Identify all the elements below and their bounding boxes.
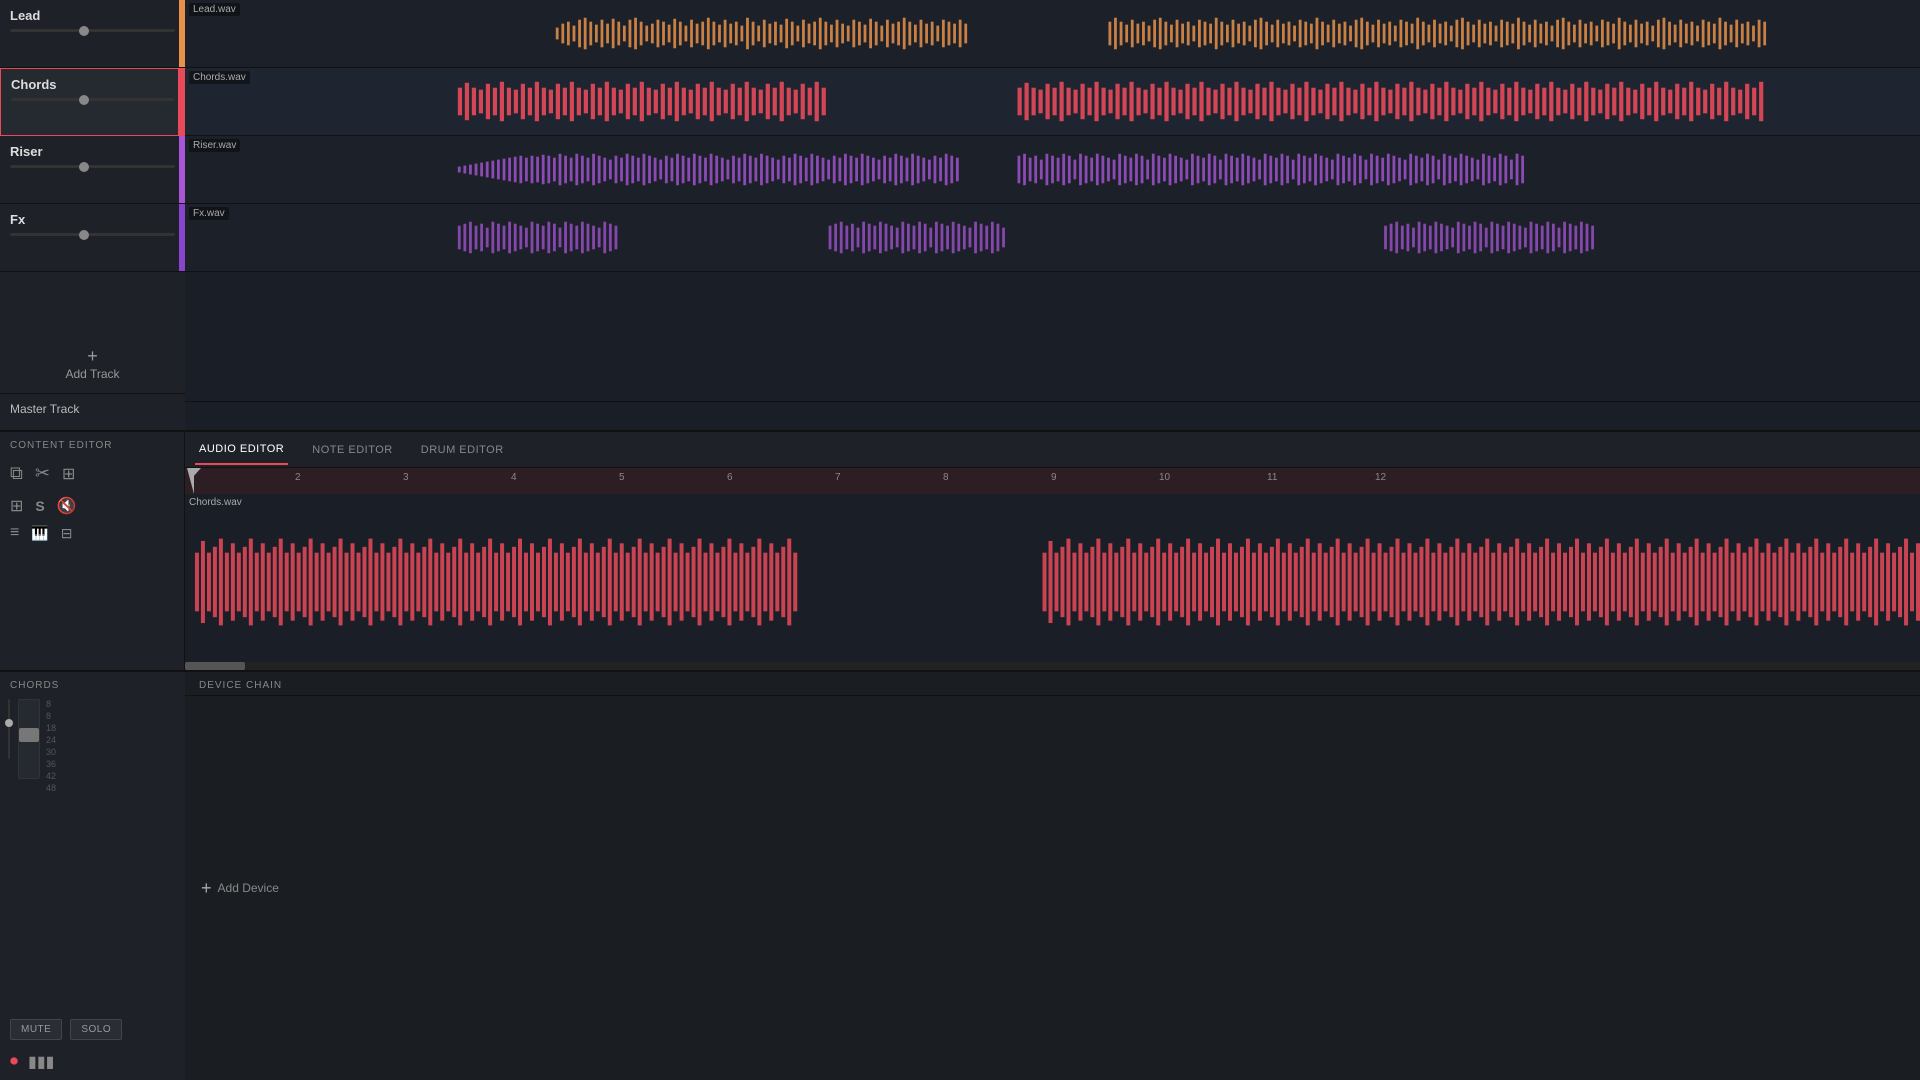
track-fx-name: Fx [10,212,175,227]
track-riser-fader[interactable] [10,165,175,168]
piano-icon[interactable]: 🎹 [31,525,48,542]
audio-clip-name: Chords.wav [189,497,242,508]
db-label-8b: 8 [46,711,56,721]
cut-icon[interactable]: ✂ [35,463,50,484]
duplicate-icon[interactable]: ⧉ [10,463,23,484]
playhead-marker [187,468,201,494]
ruler-mark-3: 3 [403,472,409,483]
lead-waveform-row: Lead.wav [185,0,1920,68]
chords-clip-label: Chords.wav [189,71,250,84]
timeline-area: Lead.wav [185,0,1920,430]
add-track-plus-icon: + [12,346,173,367]
track-chords[interactable]: Chords [0,68,185,136]
content-editor-panel: CONTENT EDITOR ⧉ ✂ ⊞ ⊞ S 🔇 ≡ 🎹 ⊟ [0,432,185,670]
db-label-24: 24 [46,735,56,745]
editor-tabs: Audio Editor Note Editor Drum Editor [185,432,1920,468]
track-panel: Lead Chords Riser Fx [0,0,185,430]
add-track-label: Add Track [65,367,119,381]
add-track-button[interactable]: + Add Track [0,334,185,393]
db-label-30: 30 [46,747,56,757]
ruler-mark-4: 4 [511,472,517,483]
ruler-mark-12: 12 [1375,472,1386,483]
content-editor-title: CONTENT EDITOR [0,432,184,455]
empty-track-space [0,272,185,334]
db-labels: 8 8 18 24 30 36 42 48 [46,699,56,793]
fx-waveform-row: Fx.wav [185,204,1920,272]
channel-fader[interactable] [18,699,40,779]
audio-editor-panel: Audio Editor Note Editor Drum Editor 2 3… [185,432,1920,670]
fx-waveform-svg [185,204,1920,271]
ruler-mark-10: 10 [1159,472,1170,483]
ruler-mark-7: 7 [835,472,841,483]
track-riser-name: Riser [10,144,175,159]
grid2-icon[interactable]: ⊟ [61,525,73,542]
db-label-18: 18 [46,723,56,733]
db-label-48: 48 [46,783,56,793]
audio-editor-ruler: 2 3 4 5 6 7 8 9 10 11 12 [185,468,1920,494]
record-icon[interactable]: ⏺ [10,1053,18,1071]
volume-slider-thumb[interactable] [5,719,13,727]
audio-scrollbar-thumb[interactable] [185,662,245,670]
chords-panel-title: CHORDS [0,672,185,695]
ruler-mark-2: 2 [295,472,301,483]
mute-solo-row: MUTE SOLO [0,1015,185,1044]
equalizer-icon[interactable]: ≡ [10,524,19,542]
ruler-mark-9: 9 [1051,472,1057,483]
channel-fader-thumb[interactable] [19,728,39,742]
mute-wave-icon[interactable]: 🔇 [57,496,77,516]
chords-waveform-svg: /* generated inline rects */ [185,68,1920,135]
track-lead-fader[interactable] [10,29,175,32]
chords-waveform-row: Chords.wav /* generated inline rects */ [185,68,1920,136]
empty-timeline-space [185,272,1920,402]
riser-clip-label: Riser.wav [189,139,240,152]
audio-scrollbar[interactable] [185,662,1920,670]
track-chords-name: Chords [11,77,174,92]
riser-waveform-row: Riser.wav [185,136,1920,204]
add-device-button[interactable]: + Add Device [201,878,279,899]
mixer-icon[interactable]: ▮▮▮ [28,1052,54,1072]
track-lead-name: Lead [10,8,175,23]
ruler-mark-11: 11 [1267,472,1277,483]
lead-waveform-svg [185,0,1920,67]
lead-clip-label: Lead.wav [189,3,240,16]
audio-editor-waveform-svg [185,494,1920,670]
audio-editor-waveform: Chords.wav [185,494,1920,670]
device-chain-title: DEVICE CHAIN [185,672,1920,696]
tab-note-editor[interactable]: Note Editor [308,436,396,464]
track-lead[interactable]: Lead [0,0,185,68]
text-icon[interactable]: S [35,498,44,514]
bottom-icons-row: ⏺ ▮▮▮ [0,1044,185,1080]
tab-drum-editor[interactable]: Drum Editor [417,436,508,464]
db-label-42: 42 [46,771,56,781]
fx-clip-label: Fx.wav [189,207,229,220]
master-track[interactable]: Master Track [0,393,185,430]
merge-icon[interactable]: ⊞ [62,464,75,484]
ruler-mark-8: 8 [943,472,949,483]
chords-bottom-panel: CHORDS 8 8 18 24 30 36 [0,672,185,1080]
device-chain-panel: DEVICE CHAIN + Add Device [185,672,1920,1080]
solo-button[interactable]: SOLO [70,1019,122,1040]
ruler-mark-6: 6 [727,472,733,483]
track-fx-fader[interactable] [10,233,175,236]
add-device-label: Add Device [218,881,279,895]
tab-audio-editor[interactable]: Audio Editor [195,435,288,465]
db-label-36: 36 [46,759,56,769]
track-chords-indicator [178,69,184,135]
track-riser[interactable]: Riser [0,136,185,204]
track-fx[interactable]: Fx [0,204,185,272]
riser-waveform-svg [185,136,1920,203]
mute-button[interactable]: MUTE [10,1019,62,1040]
device-chain-body: + Add Device [185,696,1920,1080]
ruler-mark-5: 5 [619,472,625,483]
add-device-plus-icon: + [201,878,212,899]
db-label-8a: 8 [46,699,56,709]
track-chords-fader[interactable] [11,98,174,101]
master-track-name: Master Track [10,402,175,416]
grid-icon[interactable]: ⊞ [10,496,23,516]
